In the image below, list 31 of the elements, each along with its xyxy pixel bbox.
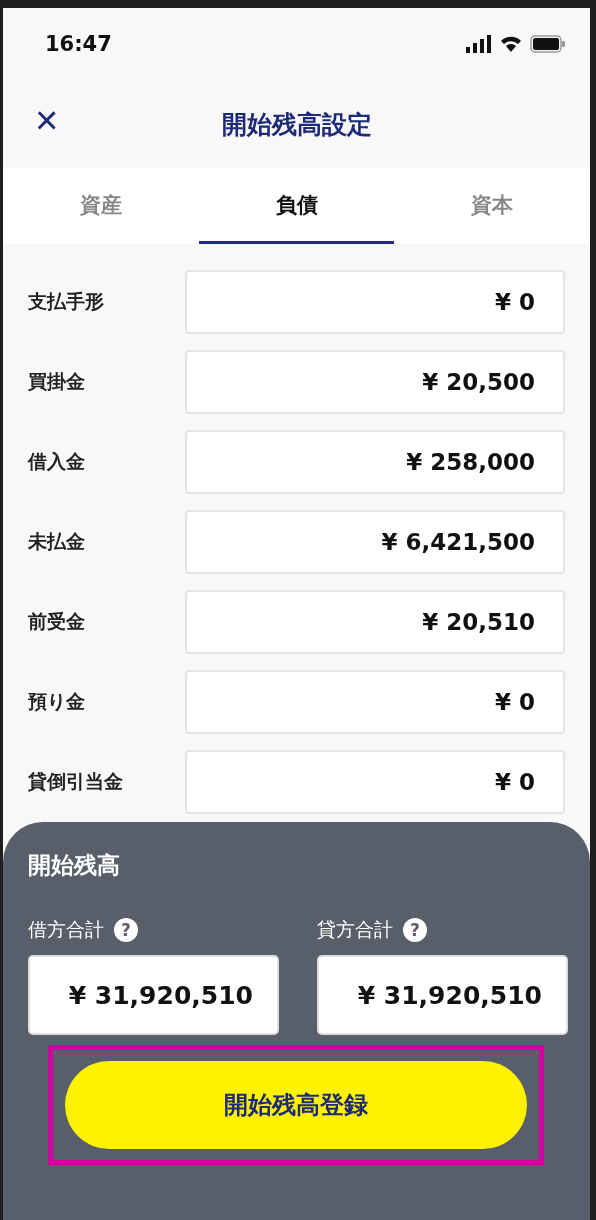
account-label: 支払手形 (28, 289, 104, 314)
total-field: ¥ 31,920,510 (317, 955, 568, 1035)
wifi-icon (500, 35, 522, 53)
panel-title: 開始残高 (28, 851, 121, 880)
account-label: 貸倒引当金 (28, 769, 123, 794)
page-title: 開始残高設定 (221, 108, 372, 141)
help-icon[interactable]: ? (403, 918, 427, 942)
register-button[interactable]: 開始残高登録 (65, 1061, 527, 1149)
total-field: ¥ 31,920,510 (28, 955, 279, 1035)
help-icon[interactable]: ? (114, 918, 138, 942)
account-label: 前受金 (28, 609, 85, 634)
amount-field[interactable]: ¥ 0 (185, 270, 565, 334)
account-label: 買掛金 (28, 369, 85, 394)
battery-icon (530, 35, 566, 53)
tab[interactable]: 負債 (198, 168, 395, 244)
close-button[interactable]: × (31, 100, 63, 140)
amount-field[interactable]: ¥ 258,000 (185, 430, 565, 494)
amount-field[interactable]: ¥ 0 (185, 670, 565, 734)
amount-field[interactable]: ¥ 20,510 (185, 590, 565, 654)
amount-field[interactable]: ¥ 20,500 (185, 350, 565, 414)
tab[interactable]: 資産 (3, 168, 199, 244)
amount-field[interactable]: ¥ 6,421,500 (185, 510, 565, 574)
account-label: 預り金 (28, 689, 85, 714)
total-label: 貸方合計 (317, 917, 393, 942)
total-label: 借方合計 (28, 917, 104, 942)
amount-field[interactable]: ¥ 0 (185, 750, 565, 814)
account-label: 未払金 (28, 529, 85, 554)
status-time: 16:47 (45, 32, 112, 56)
tab[interactable]: 資本 (394, 168, 590, 244)
signal-icon (466, 35, 492, 53)
account-label: 借入金 (28, 449, 85, 474)
